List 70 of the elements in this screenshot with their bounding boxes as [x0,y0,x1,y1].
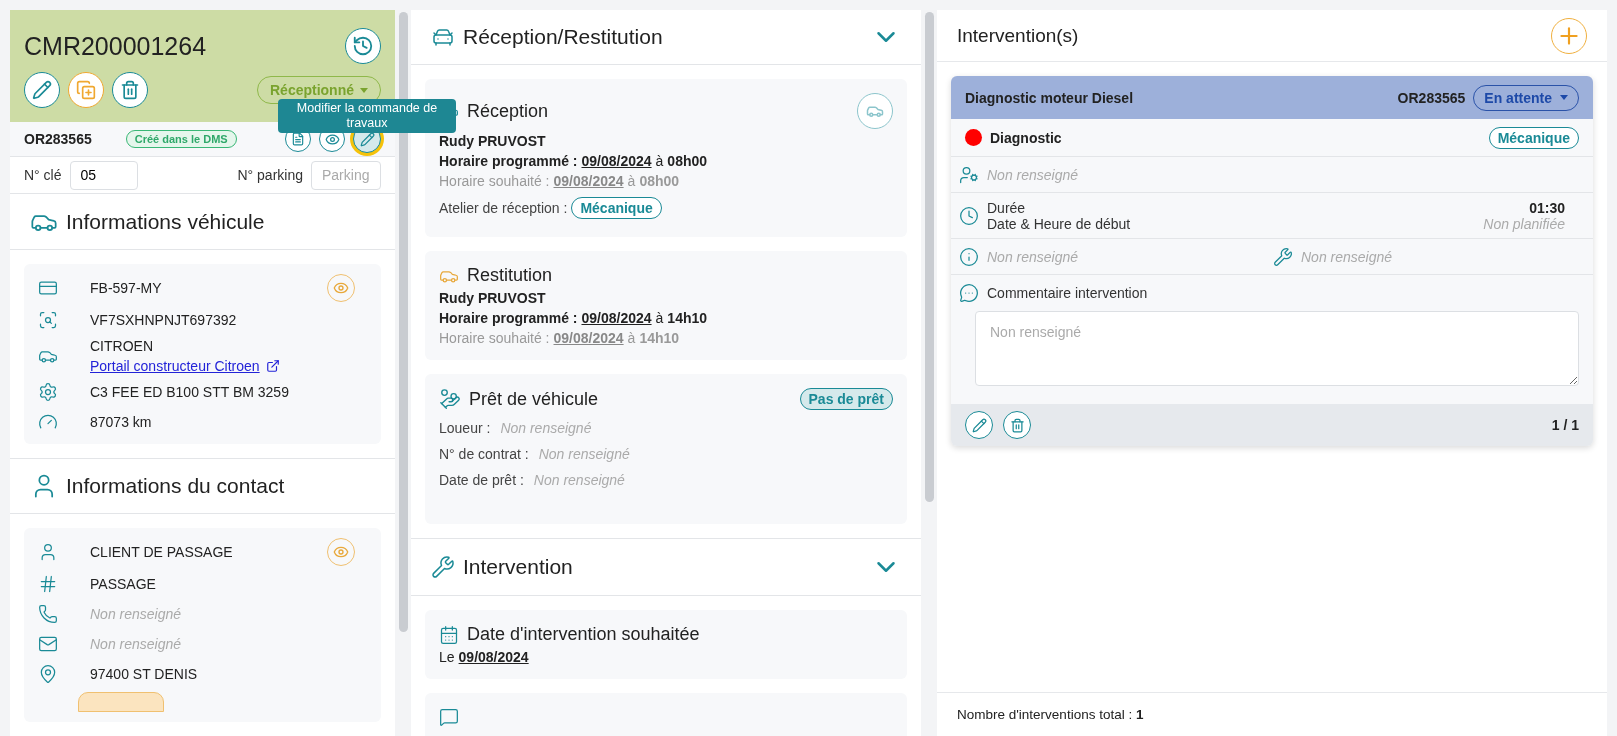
card-title: Prêt de véhicule [469,388,600,410]
info-text: C3 FEE ED B100 STT BM 3259 [90,384,290,400]
order-number: OR283565 [1397,89,1466,106]
panel-title: Intervention(s) [957,24,1079,47]
info-text: Non renseigné [90,636,183,652]
field-label: N° parking [237,167,303,184]
info-text: VF7SXHNPNJT697392 [90,312,238,328]
person-name: Rudy PRUVOST [439,133,547,149]
section-title: Informations véhicule [66,209,266,234]
info-text: CLIENT DE PASSAGE [90,544,234,560]
start-value: Non planifiée [1483,215,1565,232]
info-text: Non renseigné [90,606,183,622]
field-label: N° de contrat : [439,446,529,462]
schedule-date: 09/08/2024 [581,310,652,326]
trade-tag: Mécanique [1488,126,1579,149]
schedule-label: Horaire programmé : [439,153,578,169]
card-title: Réception [467,100,550,122]
tooltip: Modifier la commande de travaux [278,99,456,133]
schedule-label: Horaire souhaité : [439,330,550,346]
card-title: Restitution [467,265,554,286]
at-text: à [627,330,636,346]
schedule-time: 14h10 [667,310,708,326]
info-text: 97400 ST DENIS [90,666,199,682]
section-title: Informations du contact [66,474,286,498]
field-label: Date de prêt : [439,472,524,488]
info-text: FB-597-MY [90,280,163,296]
field-label: N° clé [24,167,62,184]
field-label: Loueur : [439,420,491,436]
workshop-label: Atelier de réception : [439,200,568,216]
section-title: Réception/Restitution [463,25,664,49]
info-text: PASSAGE [90,576,157,592]
schedule-label: Horaire souhaité : [439,173,550,189]
schedule-date: 09/08/2024 [553,330,624,346]
comment-field[interactable]: Non renseigné [975,311,1579,386]
info-text: 87073 km [90,414,153,430]
comment-label: Commentaire intervention [987,285,1148,301]
schedule-date: 09/08/2024 [553,173,624,189]
schedule-label: Horaire programmé : [439,310,578,326]
desired-date: 09/08/2024 [458,649,529,665]
schedule-date: 09/08/2024 [581,153,652,169]
manufacturer-link[interactable]: Portail constructeur Citroen [90,358,260,374]
start-label: Date & Heure de début [987,215,1132,232]
duration-label: Durée [987,199,1027,216]
order-number: CMR200001264 [24,31,207,61]
input-field[interactable]: Parking [311,160,381,190]
person-name: Rudy PRUVOST [439,290,547,306]
date-prefix: Le [439,649,455,665]
at-text: à [655,310,664,326]
total-count: 1 [1135,707,1144,722]
info-text: CITROEN [90,338,154,354]
schedule-time: 14h10 [639,330,680,346]
at-text: à [655,153,664,169]
info-value: Non renseigné [987,248,1079,265]
tool-value: Non renseigné [1301,248,1393,265]
total-label: Nombre d'interventions total : [957,707,1133,722]
pager-text: 1 / 1 [1551,417,1579,433]
card-title: Date d'intervention souhaitée [467,624,701,645]
schedule-time: 08h00 [667,153,708,169]
workshop-tag: Mécanique [571,197,662,219]
intervention-type: Diagnostic [990,129,1062,146]
section-title: Intervention [463,555,574,579]
work-order-number: OR283565 [24,131,92,148]
intervention-title: Diagnostic moteur Diesel [965,89,1134,106]
dms-badge: Créé dans le DMS [125,130,237,149]
duration-value: 01:30 [1529,199,1565,216]
input-field[interactable]: 05 [69,160,138,190]
loan-status-tag: Pas de prêt [799,388,893,410]
technician-value: Non renseigné [987,166,1079,183]
at-text: à [627,173,636,189]
schedule-time: 08h00 [639,173,680,189]
